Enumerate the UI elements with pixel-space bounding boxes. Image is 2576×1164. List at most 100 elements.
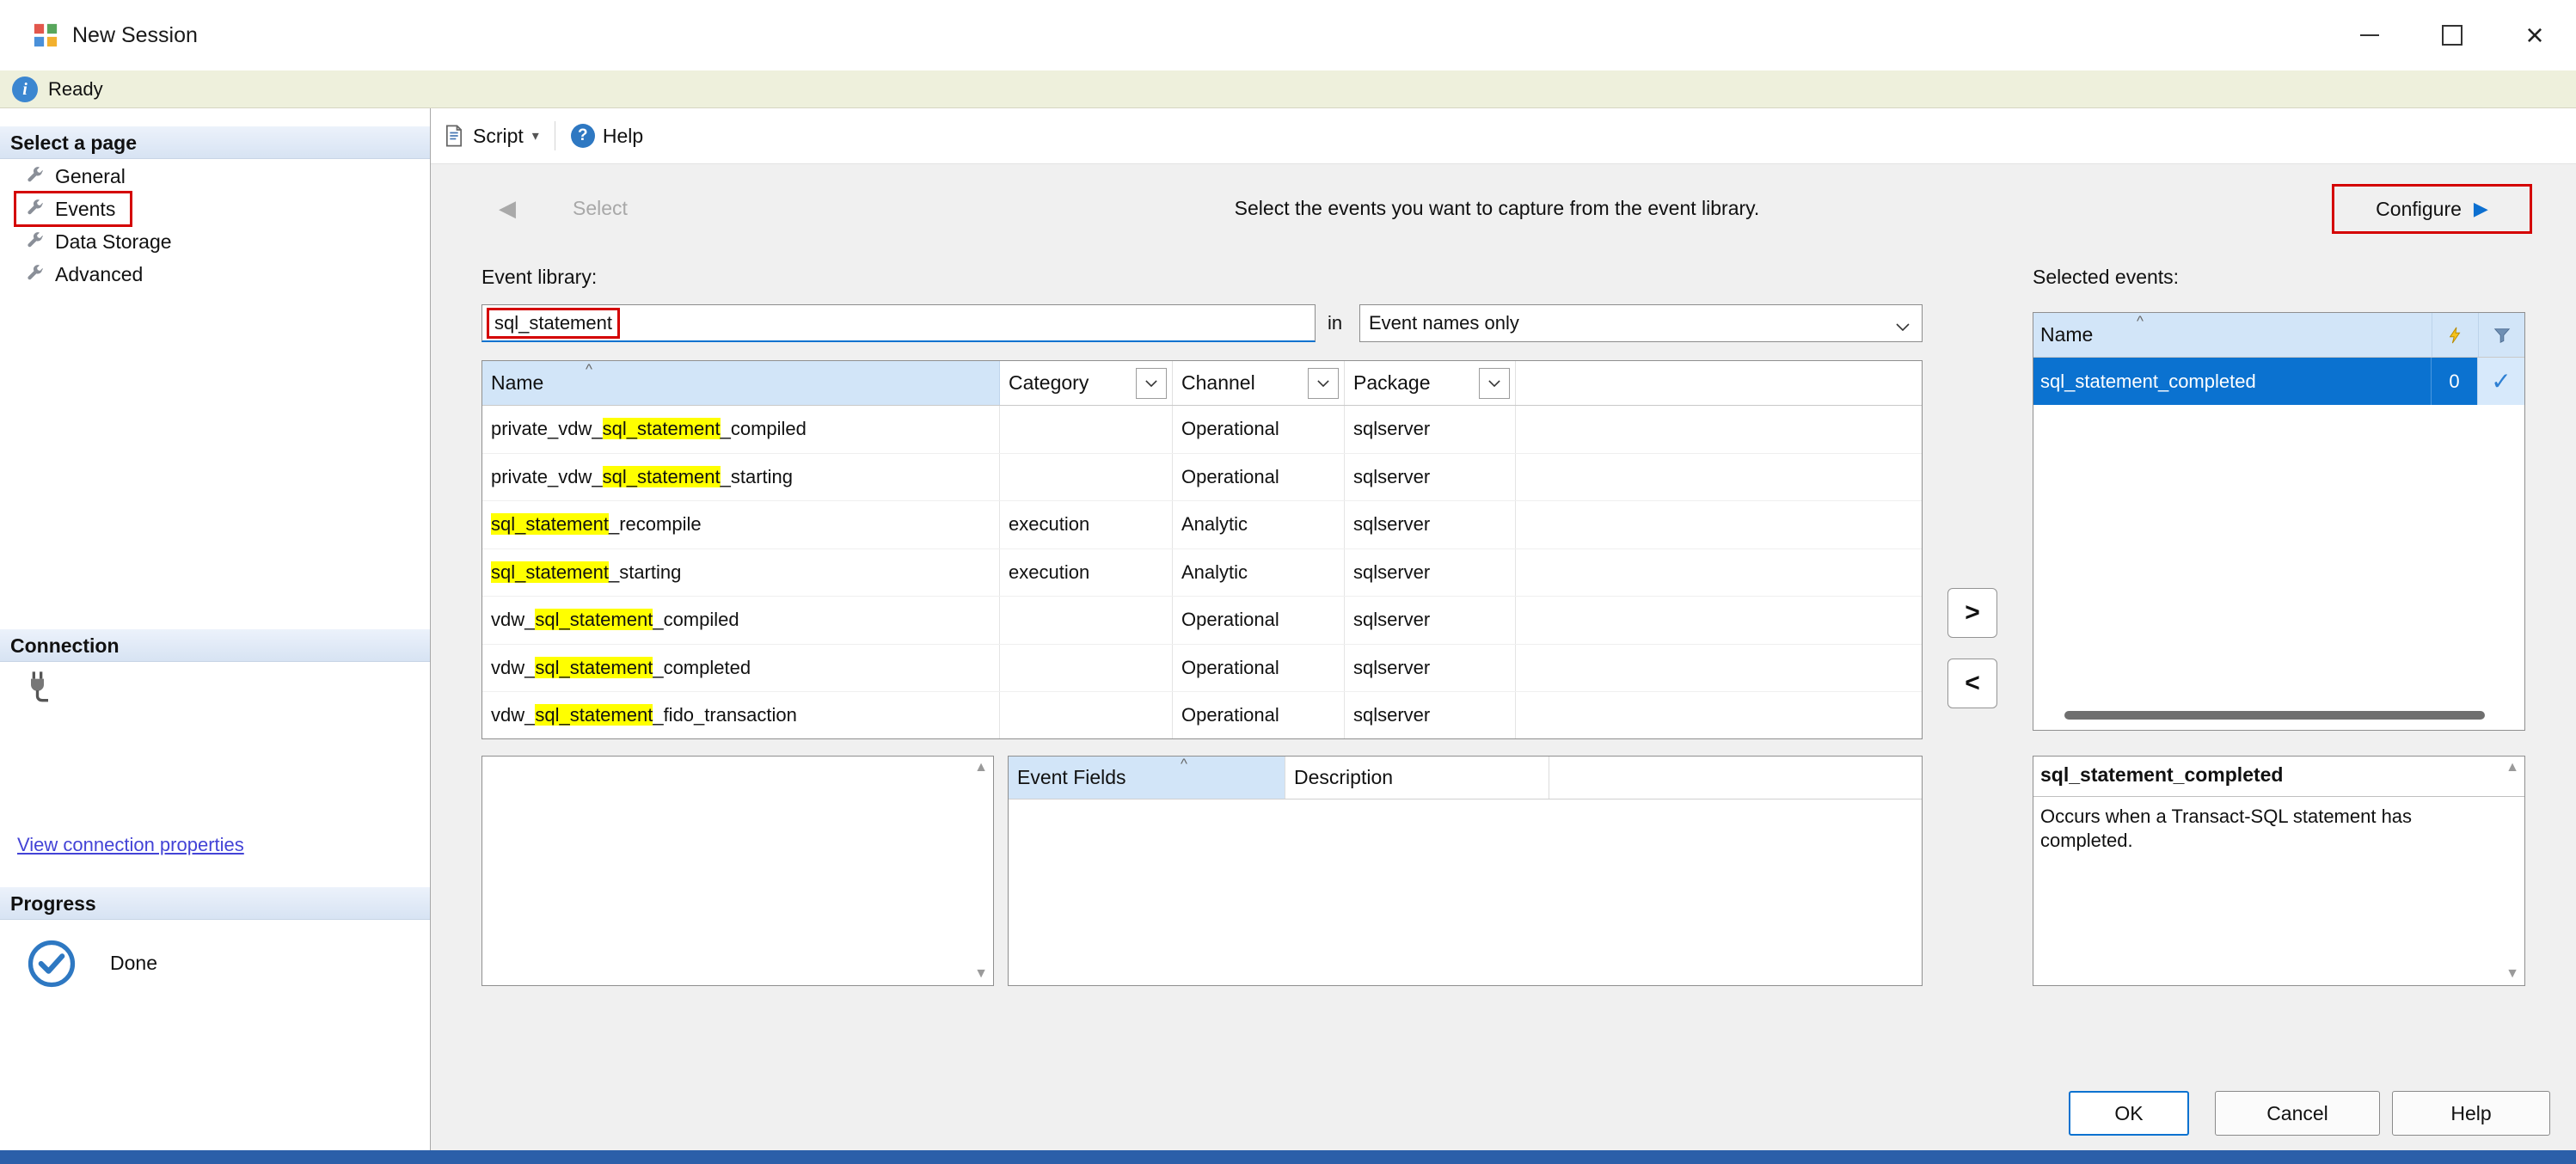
sort-ascending-icon: ^ <box>586 362 592 377</box>
event-row[interactable]: sql_statement_recompile execution Analyt… <box>482 501 1922 549</box>
ok-button[interactable]: OK <box>2069 1091 2189 1136</box>
minimize-button[interactable] <box>2328 0 2411 70</box>
event-name-cell[interactable]: private_vdw_sql_statement_compiled <box>482 406 1000 453</box>
sort-ascending-icon: ^ <box>2137 314 2144 328</box>
channel-filter-dropdown[interactable] <box>1308 368 1339 399</box>
script-dropdown-icon[interactable]: ▾ <box>532 127 539 144</box>
app-icon <box>33 22 58 48</box>
selected-events-table: ^ Name sql_statement_completed 0 ✓ <box>2033 312 2525 731</box>
back-arrow-icon[interactable]: ◀ <box>499 195 516 222</box>
highlighted-text: sql_statement <box>535 657 653 678</box>
add-event-button[interactable]: > <box>1947 588 1997 638</box>
sidebar-item-data-storage[interactable]: Data Storage <box>0 225 430 258</box>
highlighted-text: sql_statement <box>491 513 609 535</box>
scroll-down-icon[interactable]: ▼ <box>2505 966 2519 982</box>
event-channel-cell: Operational <box>1173 406 1345 453</box>
event-name-cell[interactable]: sql_statement_recompile <box>482 501 1000 548</box>
check-icon[interactable]: ✓ <box>2477 358 2524 405</box>
event-name-cell[interactable]: sql_statement_starting <box>482 549 1000 597</box>
event-name-cell[interactable]: vdw_sql_statement_completed <box>482 645 1000 692</box>
toolbar: Script ▾ ? Help <box>431 108 2576 164</box>
event-package-cell: sqlserver <box>1345 549 1516 597</box>
window-title: New Session <box>72 0 198 70</box>
sidebar-item-events[interactable]: Events <box>0 193 430 225</box>
info-icon: i <box>12 77 38 102</box>
event-row[interactable]: private_vdw_sql_statement_compiled Opera… <box>482 406 1922 454</box>
remove-event-button[interactable]: < <box>1947 659 1997 708</box>
event-channel-cell: Operational <box>1173 692 1345 739</box>
selected-event-row[interactable]: sql_statement_completed 0 ✓ <box>2033 358 2524 405</box>
maximize-button[interactable] <box>2411 0 2493 70</box>
sort-ascending-icon: ^ <box>1181 757 1187 771</box>
selected-events-header: ^ Name <box>2033 313 2524 358</box>
selected-event-name[interactable]: sql_statement_completed <box>2033 358 2431 405</box>
event-channel-cell: Operational <box>1173 645 1345 692</box>
close-button[interactable]: × <box>2493 0 2576 70</box>
event-package-cell: sqlserver <box>1345 454 1516 501</box>
event-row[interactable]: vdw_sql_statement_completed Operational … <box>482 645 1922 693</box>
selected-events-label: Selected events: <box>2033 266 2179 289</box>
help-button[interactable]: Help <box>2392 1091 2550 1136</box>
column-header-package[interactable]: Package <box>1345 361 1516 405</box>
event-name-cell[interactable]: private_vdw_sql_statement_starting <box>482 454 1000 501</box>
highlighted-text: sql_statement <box>535 704 653 726</box>
wrench-icon <box>24 264 45 285</box>
cancel-button[interactable]: Cancel <box>2215 1091 2380 1136</box>
bottom-edge-strip <box>0 1150 2576 1164</box>
search-scope-dropdown[interactable]: Event names only <box>1359 304 1923 342</box>
scroll-up-icon[interactable]: ▲ <box>974 760 988 775</box>
wrench-icon <box>24 199 45 219</box>
scroll-down-icon[interactable]: ▼ <box>974 966 988 982</box>
lightning-icon[interactable] <box>2432 313 2478 357</box>
event-library-table: ^ Name Category Channel Package private_… <box>481 360 1923 739</box>
event-library-label: Event library: <box>481 266 597 289</box>
scroll-up-icon[interactable]: ▲ <box>2505 760 2519 775</box>
event-row[interactable]: vdw_sql_statement_fido_transaction Opera… <box>482 692 1922 739</box>
column-header-name[interactable]: ^ Name <box>2033 313 2432 357</box>
sidebar: Select a page General Events Data Storag… <box>0 108 431 1150</box>
horizontal-scrollbar-thumb[interactable] <box>2064 711 2485 720</box>
select-back-button[interactable]: Select <box>573 197 628 220</box>
event-package-cell: sqlserver <box>1345 597 1516 644</box>
toolbar-help-button[interactable]: Help <box>603 125 643 148</box>
sidebar-item-label: Data Storage <box>55 230 172 254</box>
highlighted-text: sql_statement <box>603 418 721 439</box>
instruction-text: Select the events you want to capture fr… <box>1067 197 1927 220</box>
selected-event-count: 0 <box>2431 358 2477 405</box>
progress-status: Done <box>110 952 157 975</box>
event-channel-cell: Analytic <box>1173 549 1345 597</box>
event-name-cell[interactable]: vdw_sql_statement_compiled <box>482 597 1000 644</box>
event-row[interactable]: private_vdw_sql_statement_starting Opera… <box>482 454 1922 502</box>
event-row[interactable]: sql_statement_starting execution Analyti… <box>482 549 1922 597</box>
annotation-box-configure: Configure ▶ <box>2332 184 2532 234</box>
sidebar-item-general[interactable]: General <box>0 160 430 193</box>
column-header-name[interactable]: ^ Name <box>482 361 1000 405</box>
connection-header: Connection <box>0 629 430 662</box>
category-filter-dropdown[interactable] <box>1136 368 1167 399</box>
event-library-search-input[interactable]: sql_statement <box>481 304 1316 342</box>
window-controls: × <box>2328 0 2576 70</box>
selected-event-detail-panel: sql_statement_completed Occurs when a Tr… <box>2033 756 2525 986</box>
column-header-description[interactable]: Description <box>1285 757 1549 799</box>
search-value-annotated: sql_statement <box>487 308 620 339</box>
chevron-down-icon <box>1896 320 1910 335</box>
script-button[interactable]: Script <box>473 125 524 148</box>
event-category-cell <box>1000 406 1173 453</box>
maximize-icon <box>2442 25 2463 46</box>
view-connection-properties-link[interactable]: View connection properties <box>17 834 244 856</box>
configure-button[interactable]: Configure <box>2376 198 2462 221</box>
minimize-icon <box>2360 34 2379 36</box>
sidebar-item-advanced[interactable]: Advanced <box>0 258 430 291</box>
event-package-cell: sqlserver <box>1345 692 1516 739</box>
column-header-channel[interactable]: Channel <box>1173 361 1345 405</box>
status-text: Ready <box>48 70 103 108</box>
forward-arrow-icon: ▶ <box>2474 198 2488 220</box>
column-header-event-fields[interactable]: ^ Event Fields <box>1009 757 1285 799</box>
package-filter-dropdown[interactable] <box>1479 368 1510 399</box>
filter-icon[interactable] <box>2478 313 2524 357</box>
event-row[interactable]: vdw_sql_statement_compiled Operational s… <box>482 597 1922 645</box>
event-category-cell: execution <box>1000 501 1173 548</box>
column-header-category[interactable]: Category <box>1000 361 1173 405</box>
event-name-cell[interactable]: vdw_sql_statement_fido_transaction <box>482 692 1000 739</box>
event-description-panel: ▲ ▼ <box>481 756 994 986</box>
